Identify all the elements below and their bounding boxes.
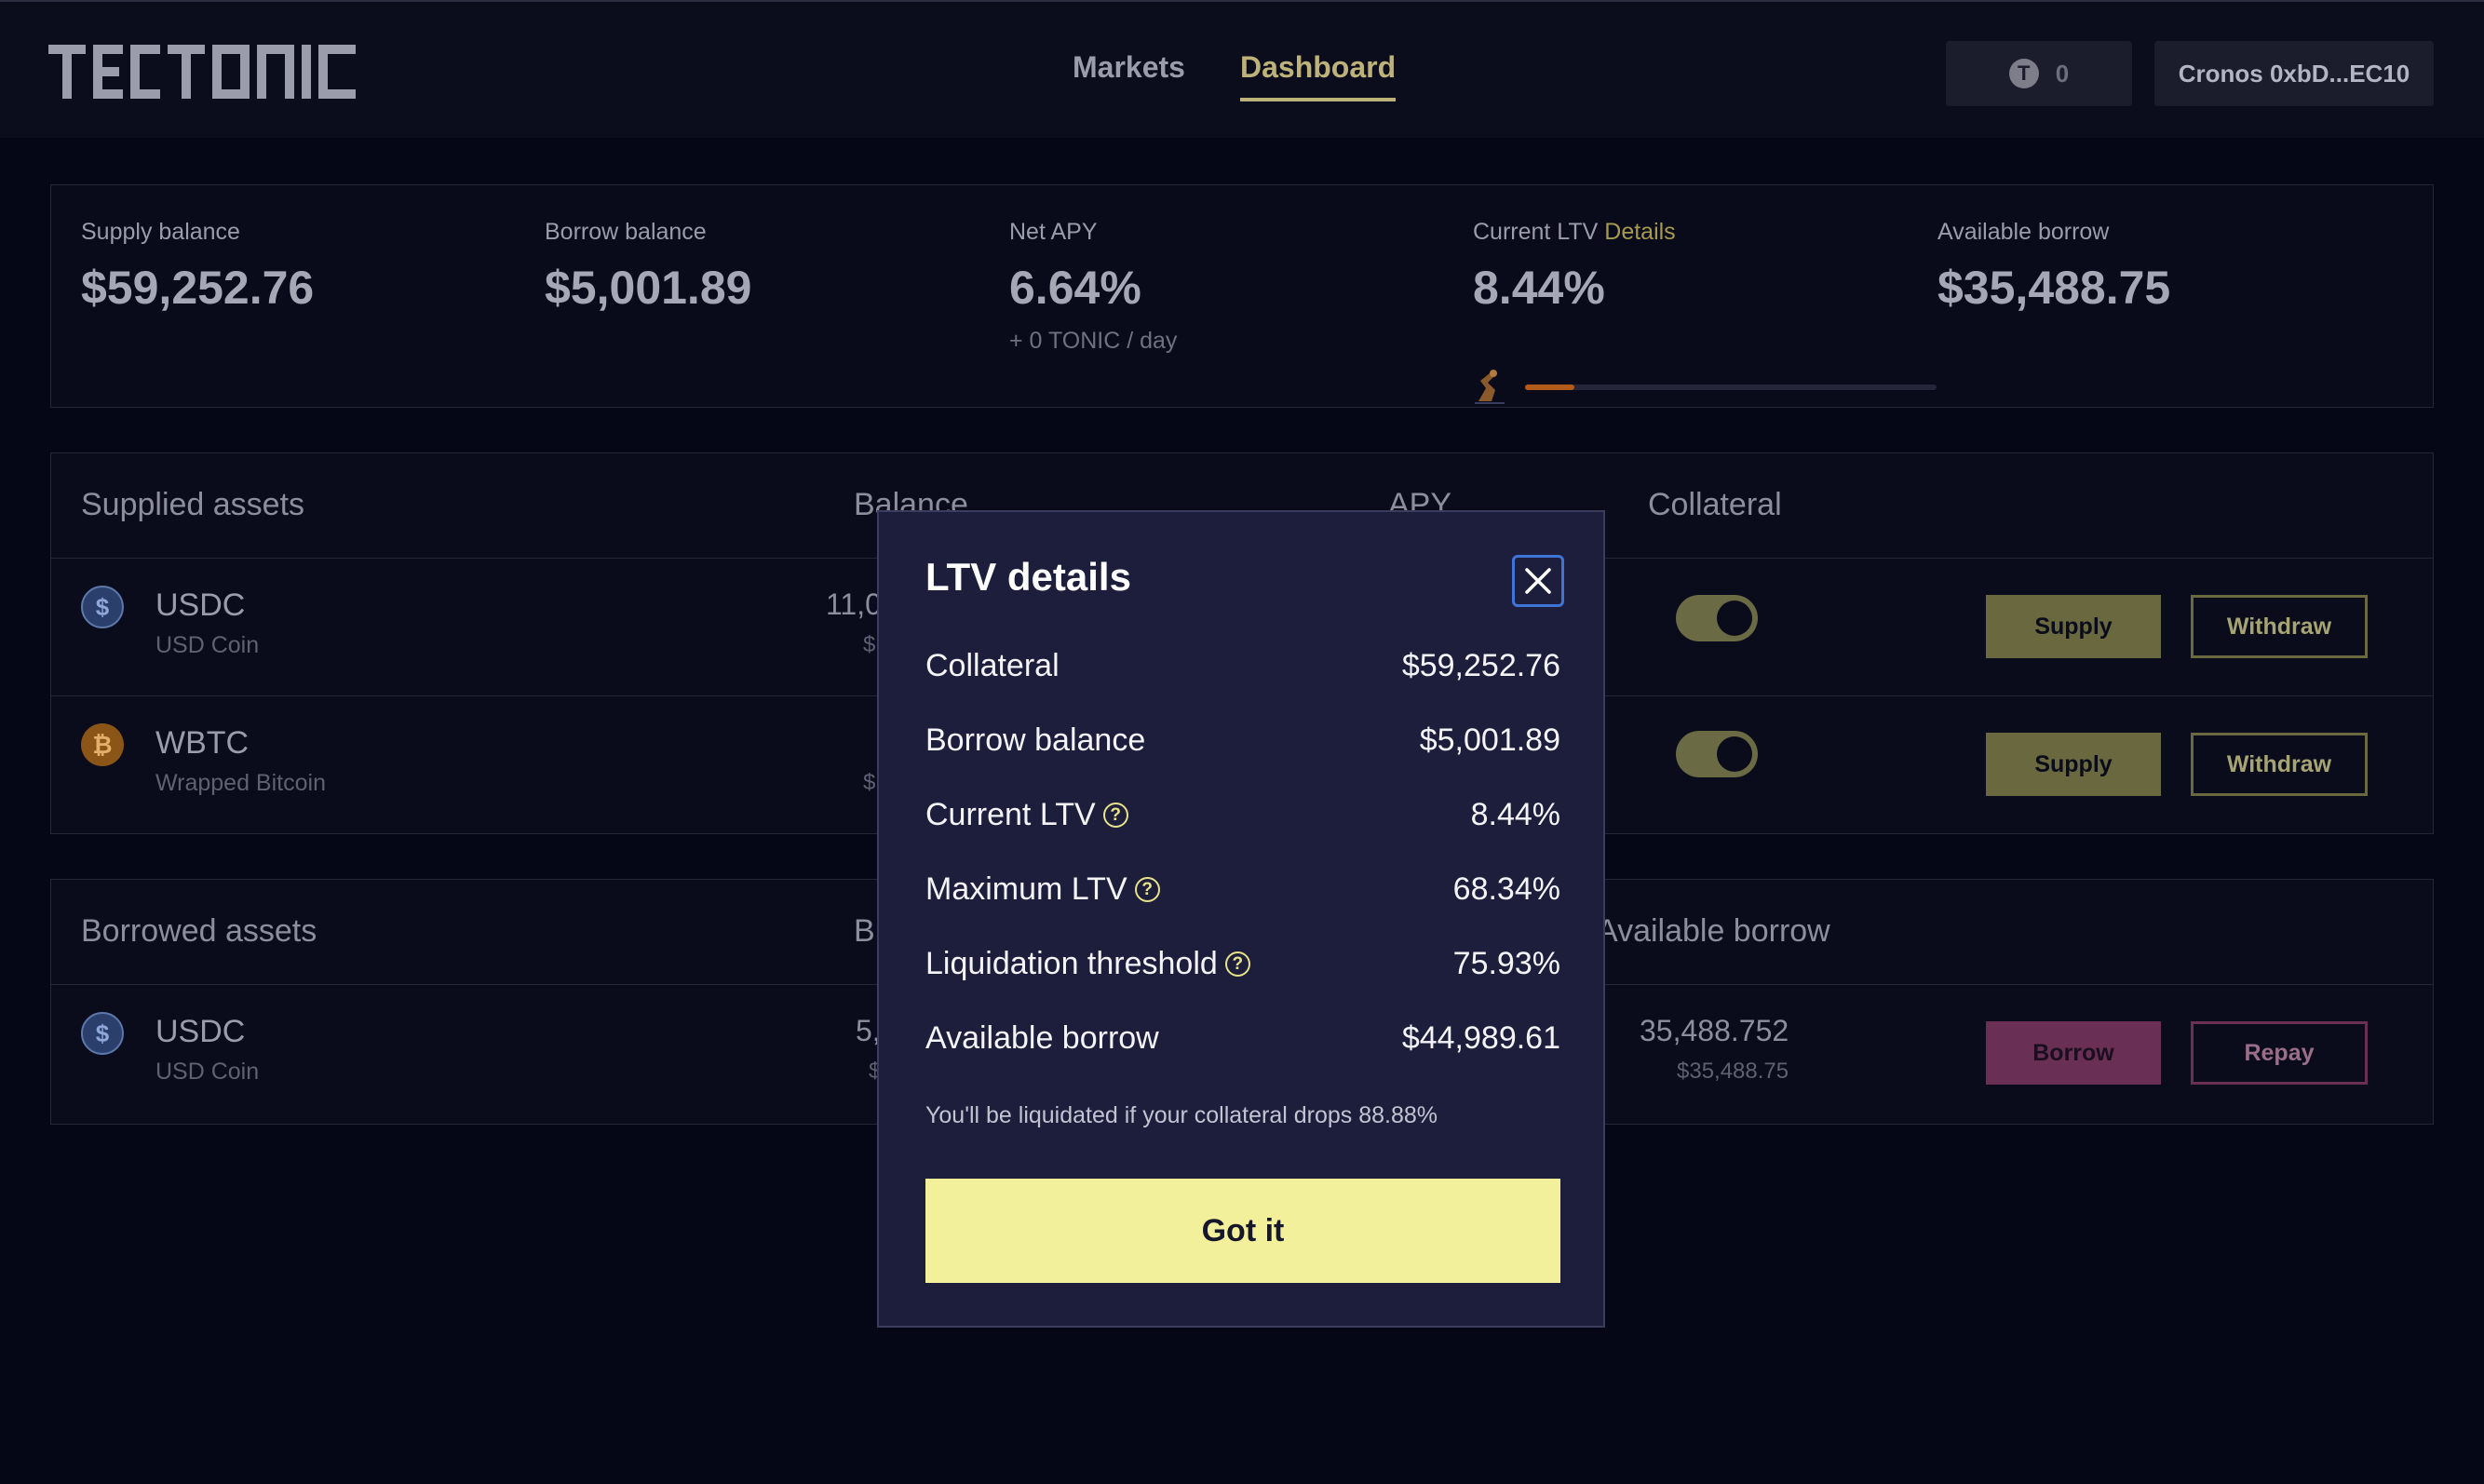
col-balance: B (854, 913, 875, 949)
col-available-borrow: Available borrow (1597, 913, 1830, 949)
balance-usd: $ (863, 770, 876, 795)
stat-label: Available borrow (1937, 219, 2110, 245)
asset-name: Wrapped Bitcoin (155, 770, 326, 796)
modal-row-available-borrow: Available borrow $44,989.61 (925, 1020, 1560, 1067)
stat-value: $35,488.75 (1937, 262, 2171, 314)
row-value: 8.44% (1470, 797, 1560, 832)
asset-name: USD Coin (155, 632, 260, 658)
row-label: Collateral (925, 648, 1060, 683)
close-button[interactable] (1512, 555, 1564, 607)
modal-row-collateral: Collateral $59,252.76 (925, 648, 1560, 695)
col-collateral: Collateral (1648, 487, 1782, 522)
asset-symbol: USDC (155, 587, 246, 623)
row-label-wrap: Liquidation threshold ? (925, 946, 1250, 982)
stat-label-row: Current LTV Details (1473, 219, 1957, 246)
supplied-title: Supplied assets (81, 487, 305, 522)
row-label: Maximum LTV (925, 871, 1127, 907)
close-icon (1525, 568, 1551, 594)
stat-label: Net APY (1009, 219, 1098, 245)
available-usd: $35,488.75 (1677, 1059, 1789, 1084)
ltv-progress-fill (1525, 384, 1575, 390)
row-value: $59,252.76 (1401, 648, 1560, 683)
help-icon[interactable]: ? (1224, 951, 1250, 977)
help-icon[interactable]: ? (1134, 877, 1160, 902)
row-label-wrap: Current LTV ? (925, 797, 1128, 833)
liquidation-note: You'll be liquidated if your collateral … (925, 1102, 1438, 1128)
balance-usd: $ (863, 632, 876, 657)
wbtc-icon: ₿ (81, 723, 124, 766)
tectonic-logo[interactable] (48, 45, 365, 99)
toggle-knob (1717, 600, 1752, 636)
got-it-button[interactable]: Got it (925, 1179, 1560, 1283)
repay-button[interactable]: Repay (2191, 1021, 2368, 1085)
stat-net-apy: Net APY 6.64% + 0 TONIC / day (1009, 219, 1177, 355)
row-label: Liquidation threshold (925, 946, 1218, 981)
stat-borrow-balance: Borrow balance $5,001.89 (545, 219, 751, 315)
modal-title: LTV details (925, 555, 1131, 599)
tonic-rewards-button[interactable]: T 0 (1946, 41, 2132, 106)
withdraw-button[interactable]: Withdraw (2191, 595, 2368, 658)
app-root: Markets Dashboard T 0 Cronos 0xbD...EC10… (0, 0, 2484, 1484)
usdc-icon: $ (81, 1012, 124, 1055)
stat-label: Current LTV (1473, 219, 1599, 245)
collateral-toggle[interactable] (1676, 731, 1758, 777)
top-header: Markets Dashboard T 0 Cronos 0xbD...EC10 (0, 0, 2484, 138)
available-value: 35,488.752 (1640, 1014, 1789, 1047)
usdc-icon: $ (81, 586, 124, 628)
stat-value: $5,001.89 (545, 262, 752, 314)
stat-current-ltv: Current LTV Details 8.44% (1473, 219, 1957, 405)
row-label: Current LTV (925, 797, 1096, 832)
ltv-details-modal: LTV details Collateral $59,252.76 Borrow… (877, 510, 1605, 1328)
ltv-progress-bar (1525, 384, 1937, 390)
tonic-per-day: + 0 TONIC / day (1009, 328, 1178, 354)
nav-dashboard[interactable]: Dashboard (1240, 50, 1397, 101)
asset-symbol: USDC (155, 1014, 246, 1049)
stat-value: $59,252.76 (81, 262, 315, 314)
modal-row-liquidation-threshold: Liquidation threshold ? 75.93% (925, 946, 1560, 992)
toggle-knob (1717, 736, 1752, 772)
collateral-toggle[interactable] (1676, 595, 1758, 641)
supply-button[interactable]: Supply (1986, 595, 2161, 658)
modal-row-borrow-balance: Borrow balance $5,001.89 (925, 722, 1560, 769)
help-icon[interactable]: ? (1102, 803, 1128, 828)
asset-symbol: WBTC (155, 725, 250, 761)
stat-label: Supply balance (81, 219, 240, 245)
supply-button[interactable]: Supply (1986, 733, 2161, 796)
nav-markets[interactable]: Markets (1073, 50, 1185, 85)
modal-row-current-ltv: Current LTV ? 8.44% (925, 797, 1560, 843)
row-value: $5,001.89 (1419, 722, 1560, 758)
row-value: 75.93% (1452, 946, 1560, 981)
tonic-coin-icon: T (2008, 59, 2039, 88)
row-label-wrap: Maximum LTV ? (925, 871, 1160, 908)
row-value: 68.34% (1452, 871, 1560, 907)
balance-value: 11,0 (826, 587, 882, 621)
stat-label: Borrow balance (545, 219, 707, 245)
account-stats: Supply balance $59,252.76 Borrow balance… (50, 184, 2434, 408)
stat-value: 8.44% (1473, 262, 1605, 314)
row-value: $44,989.61 (1401, 1020, 1560, 1056)
withdraw-button[interactable]: Withdraw (2191, 733, 2368, 796)
stat-available-borrow: Available borrow $35,488.75 (1937, 219, 2170, 315)
wallet-button[interactable]: Cronos 0xbD...EC10 (2154, 41, 2434, 106)
asset-name: USD Coin (155, 1059, 260, 1085)
row-label: Available borrow (925, 1020, 1159, 1056)
tonic-count: 0 (2055, 59, 2070, 88)
row-label: Borrow balance (925, 722, 1146, 758)
borrow-button[interactable]: Borrow (1986, 1021, 2161, 1085)
ltv-runner-icon (1475, 370, 1505, 404)
stat-value: 6.64% (1009, 262, 1141, 314)
modal-row-maximum-ltv: Maximum LTV ? 68.34% (925, 871, 1560, 918)
stat-supply-balance: Supply balance $59,252.76 (81, 219, 314, 315)
borrowed-title: Borrowed assets (81, 913, 317, 949)
ltv-details-link[interactable]: Details (1604, 219, 1675, 245)
